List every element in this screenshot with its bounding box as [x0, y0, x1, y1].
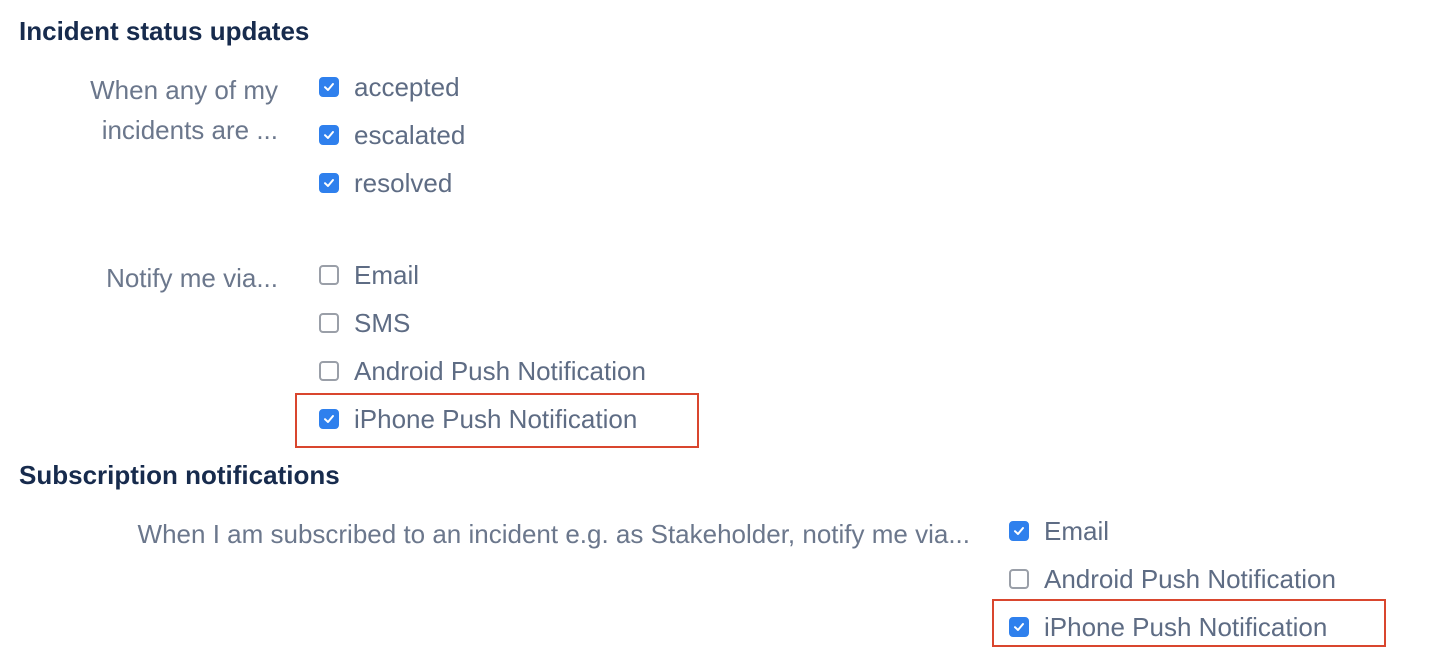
checkbox-label: Email: [354, 259, 420, 290]
checkmark-icon: [324, 179, 334, 187]
checkbox-sub-android[interactable]: Android Push Notification: [1009, 562, 1336, 596]
incident-status-title: Incident status updates: [19, 16, 310, 46]
highlight-box: [295, 393, 699, 448]
checkbox-status-accepted[interactable]: accepted: [319, 70, 460, 104]
checkbox-box[interactable]: [319, 173, 339, 193]
checkbox-label: Email: [1044, 515, 1110, 546]
highlight-box: [992, 599, 1386, 647]
checkbox-label: escalated: [354, 119, 466, 150]
checkbox-notify-sms[interactable]: SMS: [319, 306, 410, 340]
checkbox-box[interactable]: [1009, 569, 1029, 589]
checkmark-icon: [324, 131, 334, 139]
checkbox-label: Android Push Notification: [1044, 563, 1336, 594]
checkbox-status-resolved[interactable]: resolved: [319, 166, 452, 200]
incident-when-label: When any of my incidents are ...: [90, 75, 278, 145]
checkbox-box[interactable]: [319, 361, 339, 381]
checkmark-icon: [324, 83, 334, 91]
checkmark-icon: [1014, 527, 1024, 535]
checkbox-box[interactable]: [1009, 521, 1029, 541]
checkbox-box[interactable]: [319, 125, 339, 145]
checkbox-label: Android Push Notification: [354, 355, 646, 386]
notify-via-label: Notify me via...: [106, 263, 278, 293]
checkbox-box[interactable]: [319, 313, 339, 333]
checkbox-box[interactable]: [319, 265, 339, 285]
subscription-when-label: When I am subscribed to an incident e.g.…: [137, 519, 970, 549]
subscription-title: Subscription notifications: [19, 460, 340, 490]
checkbox-box[interactable]: [319, 77, 339, 97]
checkbox-notify-android[interactable]: Android Push Notification: [319, 354, 646, 388]
checkbox-sub-email[interactable]: Email: [1009, 514, 1109, 548]
checkbox-status-escalated[interactable]: escalated: [319, 118, 465, 152]
checkbox-label: resolved: [354, 167, 453, 198]
checkbox-notify-email[interactable]: Email: [319, 258, 419, 292]
checkbox-label: SMS: [354, 307, 411, 338]
checkbox-label: accepted: [354, 71, 460, 102]
